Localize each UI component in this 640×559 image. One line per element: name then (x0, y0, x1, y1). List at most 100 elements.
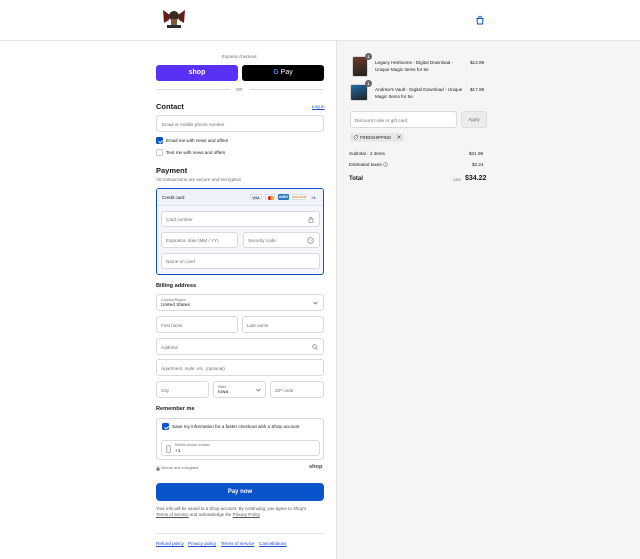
last-name-placeholder: Last name (247, 323, 269, 328)
payment-subtitle: All transactions are secure and encrypte… (156, 177, 242, 182)
credit-card-panel: Credit card VISA AMEX DISCOVER +4 Card n… (156, 188, 324, 275)
country-select[interactable]: Country/Region United States (156, 294, 324, 311)
phone-icon (166, 445, 171, 455)
google-pay-button[interactable]: G Pay (242, 65, 324, 81)
search-icon (312, 344, 318, 352)
visa-icon: VISA (250, 194, 262, 200)
credit-card-label: Credit card (162, 195, 185, 200)
express-checkout-title: Express checkout (222, 54, 257, 59)
currency-label: USD (453, 178, 462, 182)
privacy-policy-link[interactable]: Privacy policy (188, 541, 216, 546)
header (0, 0, 640, 41)
email-field[interactable]: Email or mobile phone number (156, 115, 324, 132)
pay-now-button[interactable]: Pay now (156, 483, 324, 501)
name-on-card-field[interactable]: Name on card (161, 253, 320, 269)
apartment-field[interactable]: Apartment, suite, etc. (optional) (156, 359, 324, 376)
product-title-cont: Unique Magic Items for 5e (375, 67, 429, 72)
expiry-placeholder: Expiration date (MM / YY) (166, 238, 219, 243)
mobile-phone-label: Mobile phone number (175, 443, 210, 447)
help-icon[interactable]: ? (307, 237, 314, 246)
save-info-label: Save my information for a faster checkou… (172, 424, 300, 429)
apartment-placeholder: Apartment, suite, etc. (optional) (161, 366, 225, 371)
legal-middle: and acknowledge the (188, 512, 233, 518)
subtotal-value: $31.98 (469, 151, 484, 156)
email-news-label: Email me with news and offers (166, 138, 229, 143)
legal-text: Your info will be saved to a Shop accoun… (156, 506, 324, 519)
shop-terms-link[interactable]: Terms of Service (156, 512, 189, 517)
discount-code-field[interactable]: Discount code or gift card (350, 111, 457, 128)
total-value: $34.22 (465, 175, 487, 182)
email-news-checkbox[interactable] (156, 137, 163, 144)
mobile-phone-field[interactable]: Mobile phone number +1 (161, 440, 320, 456)
google-pay-label: Pay (280, 69, 293, 76)
state-label: State (218, 384, 227, 389)
total-label: Total (349, 176, 363, 182)
product-price: $17.99 (470, 87, 485, 92)
lock-icon (308, 216, 314, 225)
state-value: Iowa (218, 390, 229, 395)
address-placeholder: Address (161, 345, 178, 350)
subtotal-label: Subtotal · 2 items (349, 151, 385, 156)
chevron-down-icon (256, 388, 261, 394)
security-code-field[interactable]: Security code ? (243, 232, 320, 248)
address-field[interactable]: Address (156, 338, 324, 355)
discount-chip: FREESHIPPING (350, 133, 404, 142)
credit-card-option[interactable]: Credit card VISA AMEX DISCOVER +4 (157, 189, 323, 206)
city-field[interactable]: City (156, 381, 209, 398)
amex-icon: AMEX (278, 194, 289, 200)
save-info-checkbox[interactable] (162, 423, 169, 430)
zip-placeholder: ZIP code (275, 388, 294, 393)
refund-policy-link[interactable]: Refund policy (156, 541, 184, 546)
mastercard-icon (265, 194, 275, 200)
quantity-badge: 1 (365, 53, 372, 60)
secure-encrypted-label: Secure and encrypted (161, 466, 199, 470)
text-news-label: Text me with news and offers (166, 150, 226, 155)
quantity-badge: 1 (365, 80, 372, 87)
name-on-card-placeholder: Name on card (166, 259, 195, 264)
apply-discount-button[interactable]: Apply (461, 111, 487, 128)
product-thumbnail (350, 84, 368, 101)
login-link[interactable]: Log in (312, 104, 325, 109)
terms-of-service-link[interactable]: Terms of service (221, 541, 254, 546)
footer-divider (156, 533, 324, 534)
product-title-cont: Magic Items for 5e (375, 94, 413, 99)
discover-icon: DISCOVER (292, 194, 306, 200)
product-price: $13.99 (470, 60, 485, 65)
country-value: United States (161, 303, 190, 308)
google-g-icon: G (273, 69, 279, 76)
shop-pay-button[interactable]: shop (156, 65, 238, 81)
card-number-placeholder: Card number (166, 217, 193, 222)
legal-line: Your info will be saved to a Shop accoun… (156, 506, 307, 511)
shop-privacy-link[interactable]: Privacy Policy (233, 512, 260, 517)
cart-icon[interactable] (475, 15, 485, 25)
shop-brand-logo: shop (309, 464, 323, 470)
taxes-label: Estimated taxes (349, 162, 382, 167)
text-news-checkbox[interactable] (156, 149, 163, 156)
card-number-field[interactable]: Card number (161, 211, 320, 227)
security-code-placeholder: Security code (248, 238, 276, 243)
info-icon[interactable]: ? (383, 162, 388, 169)
store-logo[interactable] (160, 6, 188, 30)
first-name-placeholder: First name (161, 323, 183, 328)
last-name-field[interactable]: Last name (242, 316, 324, 333)
billing-heading: Billing address (156, 283, 197, 289)
svg-text:?: ? (309, 238, 312, 243)
remember-heading: Remember me (156, 406, 195, 412)
country-label: Country/Region (161, 297, 186, 302)
expiry-field[interactable]: Expiration date (MM / YY) (161, 232, 238, 248)
payment-heading: Payment (156, 166, 188, 175)
discount-code-placeholder: Discount code or gift card (355, 118, 408, 123)
zip-field[interactable]: ZIP code (270, 381, 324, 398)
city-placeholder: City (161, 388, 169, 393)
contact-heading: Contact (156, 102, 184, 111)
first-name-field[interactable]: First name (156, 316, 238, 333)
divider-right (250, 89, 324, 90)
remember-panel: Save my information for a faster checkou… (156, 418, 324, 460)
chevron-down-icon (313, 301, 318, 307)
product-title: Legacy Heirlooms - Digital Download - (375, 60, 454, 65)
remove-discount-icon[interactable] (397, 135, 401, 141)
more-brands-badge: +4 (311, 195, 316, 200)
state-select[interactable]: State Iowa (213, 381, 266, 398)
cancellations-link[interactable]: Cancellations (259, 541, 287, 546)
divider-left (156, 89, 230, 90)
